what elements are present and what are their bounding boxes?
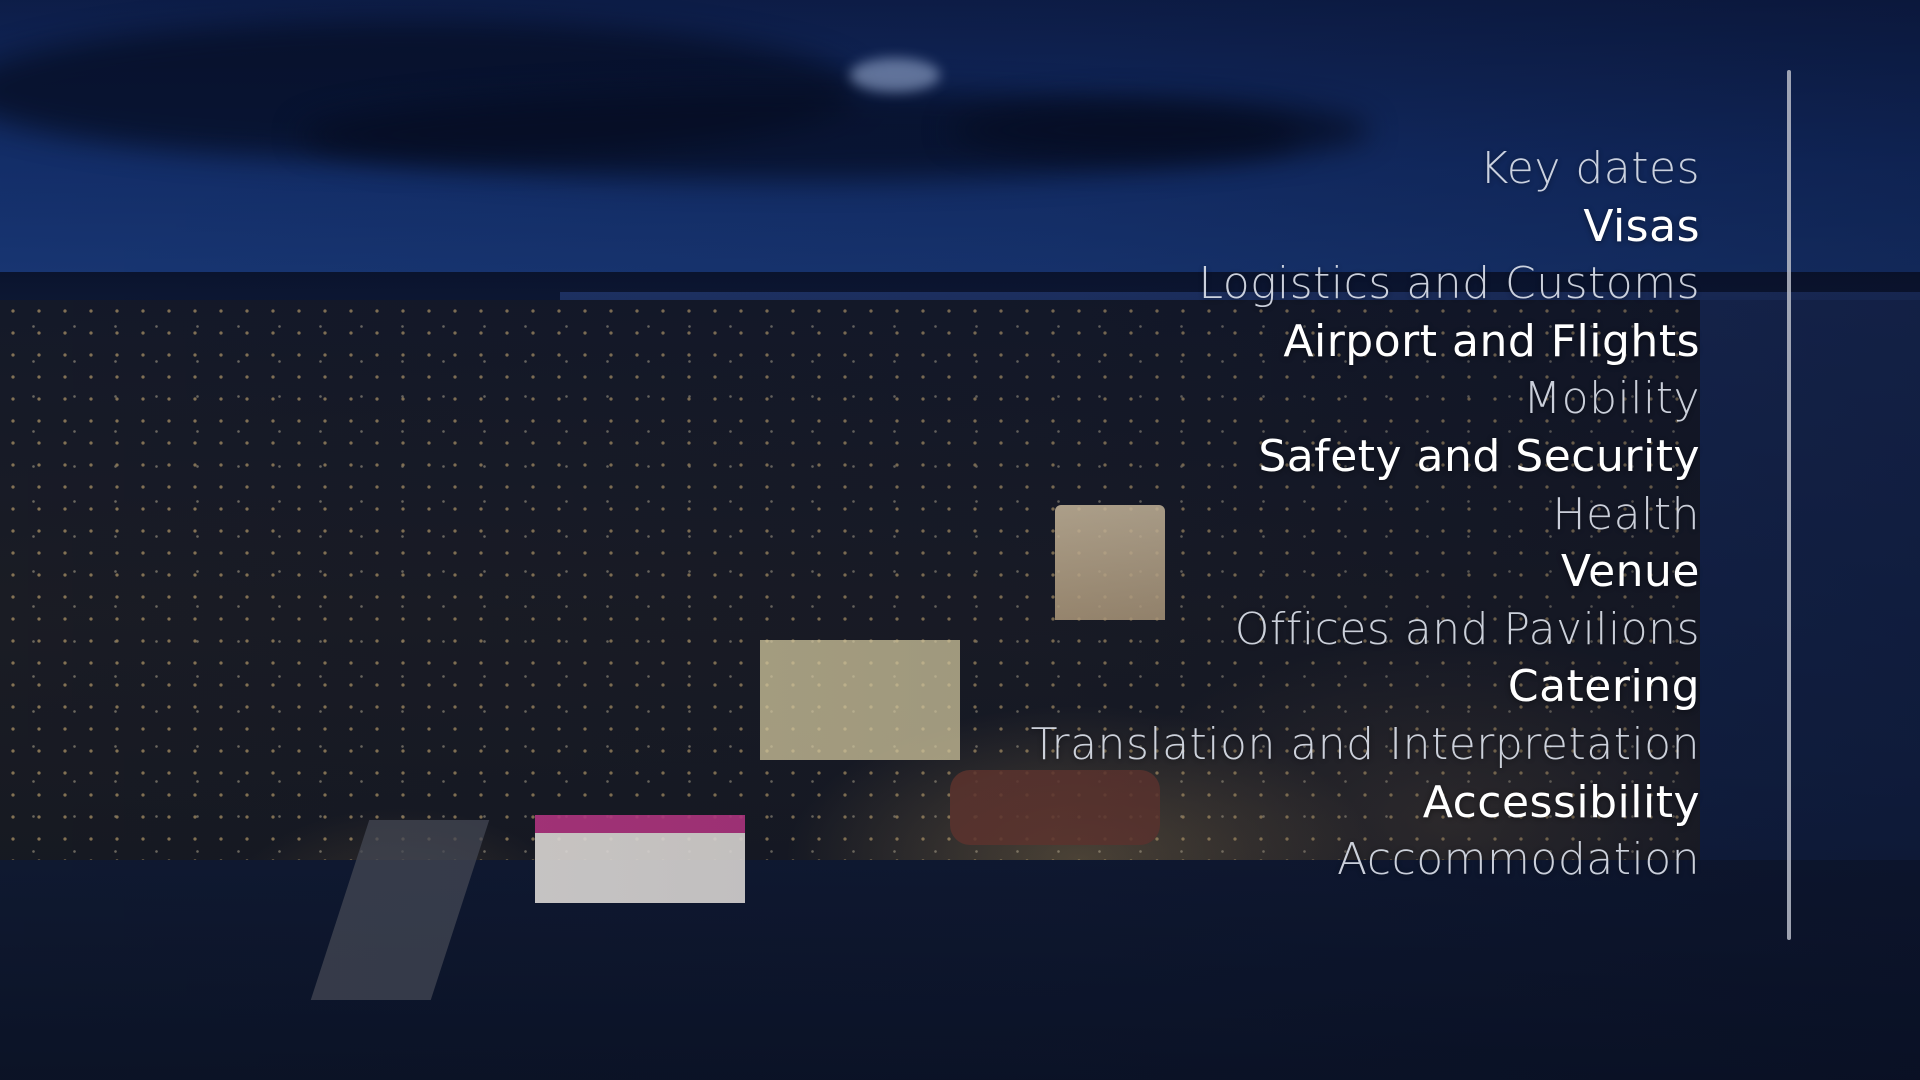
menu-item-mobility[interactable]: Mobility (700, 370, 1700, 428)
menu-item-catering[interactable]: Catering (700, 658, 1700, 716)
menu-item-safety-and-security[interactable]: Safety and Security (700, 428, 1700, 486)
menu-item-accommodation[interactable]: Accommodation (700, 831, 1700, 889)
menu-item-translation-and-interpretation[interactable]: Translation and Interpretation (700, 716, 1700, 774)
vertical-divider (1787, 70, 1791, 940)
menu-item-logistics-and-customs[interactable]: Logistics and Customs (700, 255, 1700, 313)
menu-item-airport-and-flights[interactable]: Airport and Flights (700, 313, 1700, 371)
topics-menu: Key dates Visas Logistics and Customs Ai… (700, 140, 1700, 889)
menu-item-venue[interactable]: Venue (700, 543, 1700, 601)
menu-item-accessibility[interactable]: Accessibility (700, 774, 1700, 832)
hero-section: Key dates Visas Logistics and Customs Ai… (0, 0, 1920, 1080)
menu-item-health[interactable]: Health (700, 486, 1700, 544)
menu-item-key-dates[interactable]: Key dates (700, 140, 1700, 198)
menu-item-visas[interactable]: Visas (700, 198, 1700, 256)
menu-item-offices-and-pavilions[interactable]: Offices and Pavilions (700, 601, 1700, 659)
